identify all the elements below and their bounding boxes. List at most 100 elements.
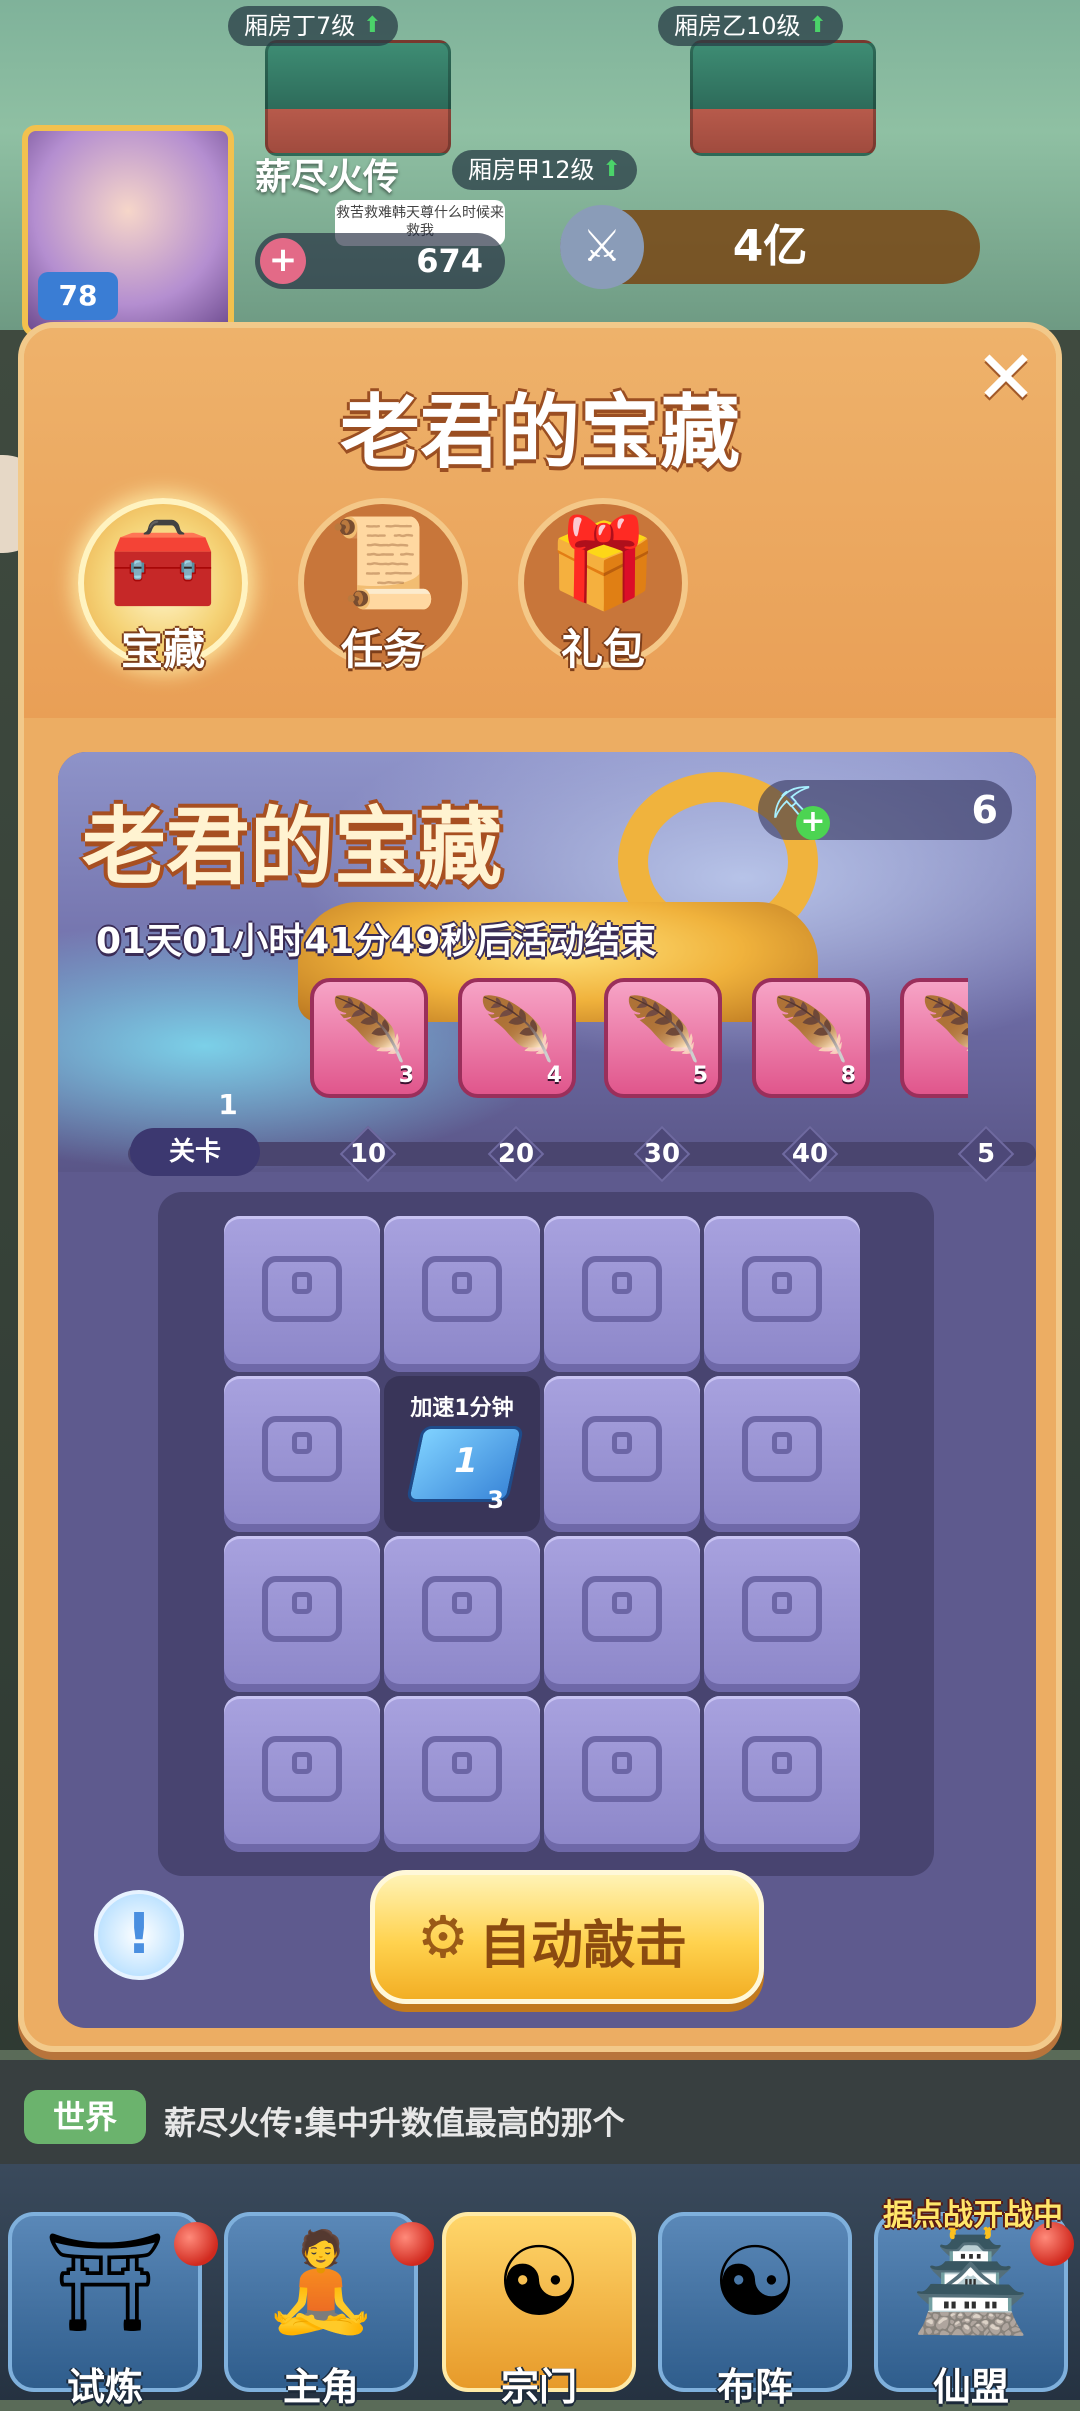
stage-marker: 5 — [957, 1125, 1015, 1183]
auto-strike-button[interactable]: ⚙ 自动敲击 — [370, 1870, 764, 2004]
reward-count: 4 — [546, 1063, 562, 1088]
nav-label: 试炼 — [66, 2365, 143, 2409]
building-room-yi[interactable] — [690, 40, 876, 156]
rainbow-feather-icon: 🪶 — [772, 993, 850, 1066]
room-tag-jia: 厢房甲12级 ⬆ — [452, 150, 637, 190]
marker-number: 5 — [976, 1139, 996, 1169]
chest-icon — [582, 1416, 662, 1482]
treasure-cell[interactable] — [544, 1376, 700, 1532]
modal-title: 老君的宝藏 — [340, 386, 740, 479]
chat-message: 薪尽火传:集中升数值最高的那个 — [164, 2104, 625, 2142]
player-level-badge: 78 — [38, 272, 118, 320]
rainbow-feather-icon: 🪶 — [330, 993, 408, 1066]
chest-icon — [422, 1576, 502, 1642]
chest-icon — [422, 1736, 502, 1802]
reward-count: 8 — [840, 1063, 856, 1088]
stage-marker: 10 — [339, 1125, 397, 1183]
treasure-cell[interactable] — [224, 1376, 380, 1532]
pickaxe-count: 6 — [971, 788, 998, 832]
tab-label: 任务 — [340, 625, 425, 674]
info-button[interactable]: ! — [94, 1890, 184, 1980]
tab-treasure[interactable]: 🧰 宝藏 — [68, 488, 258, 678]
reward-track: 🪶 3 🪶 4 🪶 5 🪶 8 🪶 — [310, 978, 968, 1108]
rainbow-feather-icon: 🪶 — [624, 993, 702, 1066]
chest-icon — [742, 1736, 822, 1802]
treasure-cell[interactable] — [544, 1536, 700, 1692]
chest-icon — [742, 1576, 822, 1642]
nav-sect[interactable]: ☯ 宗门 — [436, 2192, 642, 2409]
room-tag-label: 厢房丁7级 — [244, 12, 356, 40]
speedup-count: 3 — [487, 1486, 504, 1514]
treasure-cell[interactable] — [224, 1216, 380, 1372]
stage-marker: 40 — [781, 1125, 839, 1183]
reward-item[interactable]: 🪶 4 — [458, 978, 576, 1098]
upgrade-arrow-icon: ⬆ — [808, 13, 827, 38]
tab-label: 礼包 — [560, 625, 645, 674]
stage-label: 关卡 — [130, 1128, 260, 1176]
treasure-cell[interactable] — [384, 1536, 540, 1692]
nav-formation[interactable]: ☯ 布阵 — [652, 2192, 858, 2409]
treasure-cell[interactable] — [544, 1216, 700, 1372]
notification-dot — [174, 2222, 218, 2266]
nav-label: 布阵 — [716, 2365, 793, 2409]
chest-icon — [262, 1256, 342, 1322]
chest-icon — [262, 1576, 342, 1642]
nav-protagonist[interactable]: 🧘 主角 — [218, 2192, 434, 2409]
gear-icon: ⚙ — [417, 1903, 469, 1971]
speedup-ticket-icon: 1 — [405, 1426, 525, 1502]
reward-item[interactable]: 🪶 5 — [604, 978, 722, 1098]
treasure-grid: 加速1分钟 1 3 — [158, 1192, 934, 1876]
treasure-panel: 老君的宝藏 01天01小时41分49秒后活动结束 ⛏ + 6 🪶 3 🪶 4 🪶… — [58, 752, 1036, 2028]
stage-marker: 20 — [487, 1125, 545, 1183]
banner-title: 老君的宝藏 — [82, 798, 503, 896]
building-room-ding[interactable] — [265, 40, 451, 156]
upgrade-arrow-icon: ⬆ — [602, 157, 621, 182]
reward-count: 5 — [692, 1063, 708, 1088]
chest-icon — [582, 1736, 662, 1802]
close-button[interactable]: ✕ — [972, 341, 1040, 415]
reward-item[interactable]: 🪶 3 — [310, 978, 428, 1098]
treasure-cell[interactable] — [384, 1216, 540, 1372]
world-chat-bar[interactable]: 世界 薪尽火传:集中升数值最高的那个 — [0, 2060, 1080, 2173]
incense-burner-icon: ☯ — [495, 2226, 583, 2338]
stage-marker: 30 — [633, 1125, 691, 1183]
nav-trial[interactable]: ⛩ 试炼 — [2, 2192, 218, 2409]
event-countdown: 01天01小时41分49秒后活动结束 — [96, 921, 657, 962]
treasure-cell[interactable] — [224, 1536, 380, 1692]
treasure-cell[interactable] — [224, 1696, 380, 1852]
tab-gift-pack[interactable]: 🎁 礼包 — [508, 488, 698, 678]
nav-label: 仙盟 — [932, 2365, 1009, 2409]
chest-icon — [582, 1256, 662, 1322]
crossed-swords-icon: ⚔ — [560, 205, 644, 289]
current-stage-number: 1 — [218, 1088, 238, 1121]
chest-icon — [742, 1416, 822, 1482]
room-tag-label: 厢房甲12级 — [468, 156, 595, 184]
stage-progress-track — [128, 1142, 1036, 1166]
treasure-cell[interactable] — [384, 1696, 540, 1852]
treasure-cell[interactable] — [704, 1696, 860, 1852]
upgrade-arrow-icon: ⬆ — [363, 13, 382, 38]
chat-channel-badge[interactable]: 世界 — [24, 2090, 146, 2144]
player-name: 薪尽火传 — [255, 157, 400, 198]
treasure-chest-icon: 🧰 — [108, 511, 218, 614]
treasure-cell[interactable] — [704, 1216, 860, 1372]
tab-label: 宝藏 — [120, 625, 205, 674]
reward-item[interactable]: 🪶 8 — [752, 978, 870, 1098]
notification-dot — [390, 2222, 434, 2266]
treasure-cell[interactable] — [704, 1536, 860, 1692]
room-tag-yi: 厢房乙10级 ⬆ — [658, 6, 843, 46]
opened-cell-speedup[interactable]: 加速1分钟 1 3 — [384, 1376, 540, 1532]
tab-tasks[interactable]: 📜 任务 — [288, 488, 478, 678]
treasure-cell[interactable] — [704, 1376, 860, 1532]
reward-item[interactable]: 🪶 — [900, 978, 968, 1098]
treasure-banner: 老君的宝藏 01天01小时41分49秒后活动结束 ⛏ + 6 🪶 3 🪶 4 🪶… — [58, 752, 1036, 1172]
add-stat-plus-icon[interactable]: + — [260, 238, 306, 284]
add-pickaxe-plus-icon[interactable]: + — [796, 806, 830, 840]
gift-box-icon: 🎁 — [548, 511, 658, 614]
info-icon: ! — [126, 1902, 152, 1967]
treasure-cell[interactable] — [544, 1696, 700, 1852]
room-tag-ding: 厢房丁7级 ⬆ — [228, 6, 398, 46]
auto-strike-label: 自动敲击 — [479, 1916, 688, 1976]
treasure-modal: 老君的宝藏 ✕ 🧰 宝藏 📜 任务 🎁 礼包 老君的宝藏 01天01小时41分4… — [18, 322, 1062, 2052]
rainbow-feather-icon: 🪶 — [478, 993, 556, 1066]
